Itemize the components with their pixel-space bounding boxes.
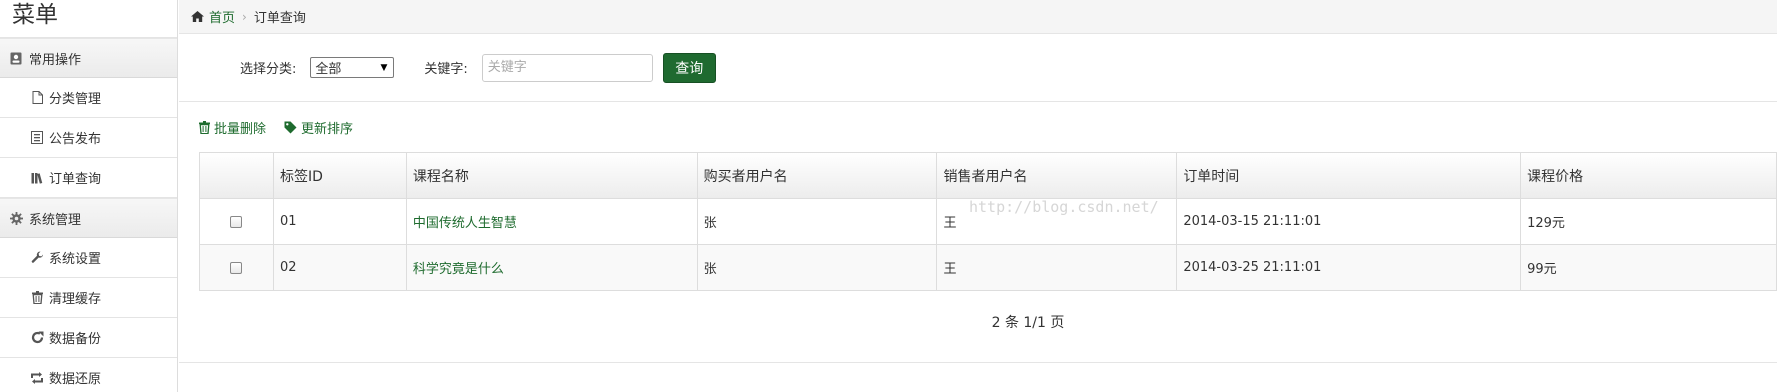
sidebar: 菜单 常用操作 分类管理 公告发布 订单查询 系统管理 系统设置 清理缓存 数据… (0, 0, 178, 392)
breadcrumb-home-link[interactable]: 首页 (191, 7, 235, 26)
sidebar-item-clear-cache[interactable]: 清理缓存 (0, 278, 177, 318)
category-label: 选择分类: (240, 62, 297, 77)
category-select-value: 全部 (315, 62, 342, 77)
table-row: 02 科学究竟是什么 张 王 2014-03-25 21:11:01 99元 (199, 244, 1777, 291)
gear-icon (9, 211, 23, 225)
trash-icon (30, 291, 44, 305)
cell-buyer: 张 (696, 244, 938, 291)
toolbar: 批量删除 更新排序 (179, 102, 1777, 152)
sidebar-item-label: 系统设置 (49, 252, 102, 267)
category-select[interactable]: 全部 ▼ (310, 57, 395, 78)
cell-id: 02 (272, 244, 407, 291)
batch-delete-label: 批量删除 (214, 121, 267, 137)
sidebar-item-system-settings[interactable]: 系统设置 (0, 238, 177, 278)
sidebar-item-label: 清理缓存 (49, 292, 102, 307)
user-card-icon (9, 51, 23, 65)
header-order-time[interactable]: 订单时间 (1176, 152, 1522, 199)
main-content: 首页 › 订单查询 选择分类: 全部 ▼ 关键字: 查询 批量删除 更新排序 (179, 0, 1777, 392)
query-button[interactable]: 查询 (662, 52, 716, 83)
breadcrumb-current: 订单查询 (253, 11, 306, 26)
header-tag-id[interactable]: 标签ID (272, 152, 407, 199)
file-icon (30, 91, 44, 105)
cell-id: 01 (272, 198, 407, 245)
cell-course: 中国传统人生智慧 (405, 198, 698, 245)
table-header-row: 标签ID 课程名称 购买者用户名 销售者用户名 订单时间 课程价格 (199, 152, 1777, 199)
row-checkbox[interactable] (230, 261, 243, 274)
update-sort-button[interactable]: 更新排序 (284, 118, 353, 137)
sidebar-group-common[interactable]: 常用操作 (0, 38, 177, 78)
header-select (199, 152, 274, 199)
sidebar-group-label: 常用操作 (29, 52, 82, 68)
cell-time: 2014-03-25 21:11:01 (1176, 244, 1522, 291)
books-icon (30, 171, 44, 185)
breadcrumb-home-label: 首页 (209, 11, 236, 26)
row-checkbox[interactable] (230, 215, 243, 228)
tag-icon (284, 121, 297, 133)
cell-buyer: 张 (696, 198, 938, 245)
dropdown-arrow-icon: ▼ (380, 62, 388, 73)
sidebar-group-system[interactable]: 系统管理 (0, 198, 177, 238)
sidebar-item-label: 数据还原 (49, 372, 102, 387)
course-link[interactable]: 科学究竟是什么 (413, 262, 504, 277)
list-alt-icon (30, 131, 44, 145)
sidebar-item-label: 公告发布 (49, 132, 102, 147)
cell-seller: 王 (936, 198, 1178, 245)
bottom-divider (179, 362, 1777, 363)
sidebar-item-label: 数据备份 (49, 332, 102, 347)
keyword-input[interactable] (481, 53, 653, 82)
breadcrumb: 首页 › 订单查询 (179, 0, 1777, 34)
home-icon (191, 11, 204, 22)
row-select-cell (199, 244, 274, 291)
sidebar-item-category-management[interactable]: 分类管理 (0, 78, 177, 118)
sidebar-item-data-restore[interactable]: 数据还原 (0, 358, 177, 392)
refresh-icon (30, 331, 44, 345)
update-sort-label: 更新排序 (301, 121, 354, 137)
header-seller[interactable]: 销售者用户名 (936, 152, 1178, 199)
sidebar-item-order-query[interactable]: 订单查询 (0, 158, 177, 198)
cell-course: 科学究竟是什么 (405, 244, 698, 291)
row-select-cell (199, 198, 274, 245)
cell-seller: 王 (936, 244, 1178, 291)
sidebar-item-label: 订单查询 (49, 172, 102, 187)
cell-time: 2014-03-15 21:11:01 (1176, 198, 1522, 245)
filter-bar: 选择分类: 全部 ▼ 关键字: 查询 (179, 34, 1777, 102)
course-link[interactable]: 中国传统人生智慧 (413, 216, 517, 231)
sidebar-item-data-backup[interactable]: 数据备份 (0, 318, 177, 358)
sidebar-title: 菜单 (0, 0, 177, 38)
sidebar-item-announcement[interactable]: 公告发布 (0, 118, 177, 158)
breadcrumb-separator: › (242, 9, 247, 24)
header-price[interactable]: 课程价格 (1520, 152, 1777, 199)
orders-table: 标签ID 课程名称 购买者用户名 销售者用户名 订单时间 课程价格 01 中国传… (199, 152, 1777, 291)
sidebar-group-label: 系统管理 (29, 212, 82, 228)
batch-delete-button[interactable]: 批量删除 (199, 118, 266, 137)
retweet-icon (30, 371, 44, 385)
header-buyer[interactable]: 购买者用户名 (696, 152, 938, 199)
header-course-name[interactable]: 课程名称 (405, 152, 698, 199)
cell-price: 99元 (1520, 244, 1777, 291)
cell-price: 129元 (1520, 198, 1777, 245)
pagination-info: 2 条 1/1 页 (991, 315, 1065, 331)
orders-table-container: 标签ID 课程名称 购买者用户名 销售者用户名 订单时间 课程价格 01 中国传… (199, 152, 1777, 291)
table-row: 01 中国传统人生智慧 张 王 2014-03-15 21:11:01 129元 (199, 198, 1777, 245)
trash-icon (199, 120, 210, 134)
keyword-label: 关键字: (424, 62, 468, 77)
sidebar-item-label: 分类管理 (49, 92, 102, 107)
wrench-icon (30, 251, 44, 265)
